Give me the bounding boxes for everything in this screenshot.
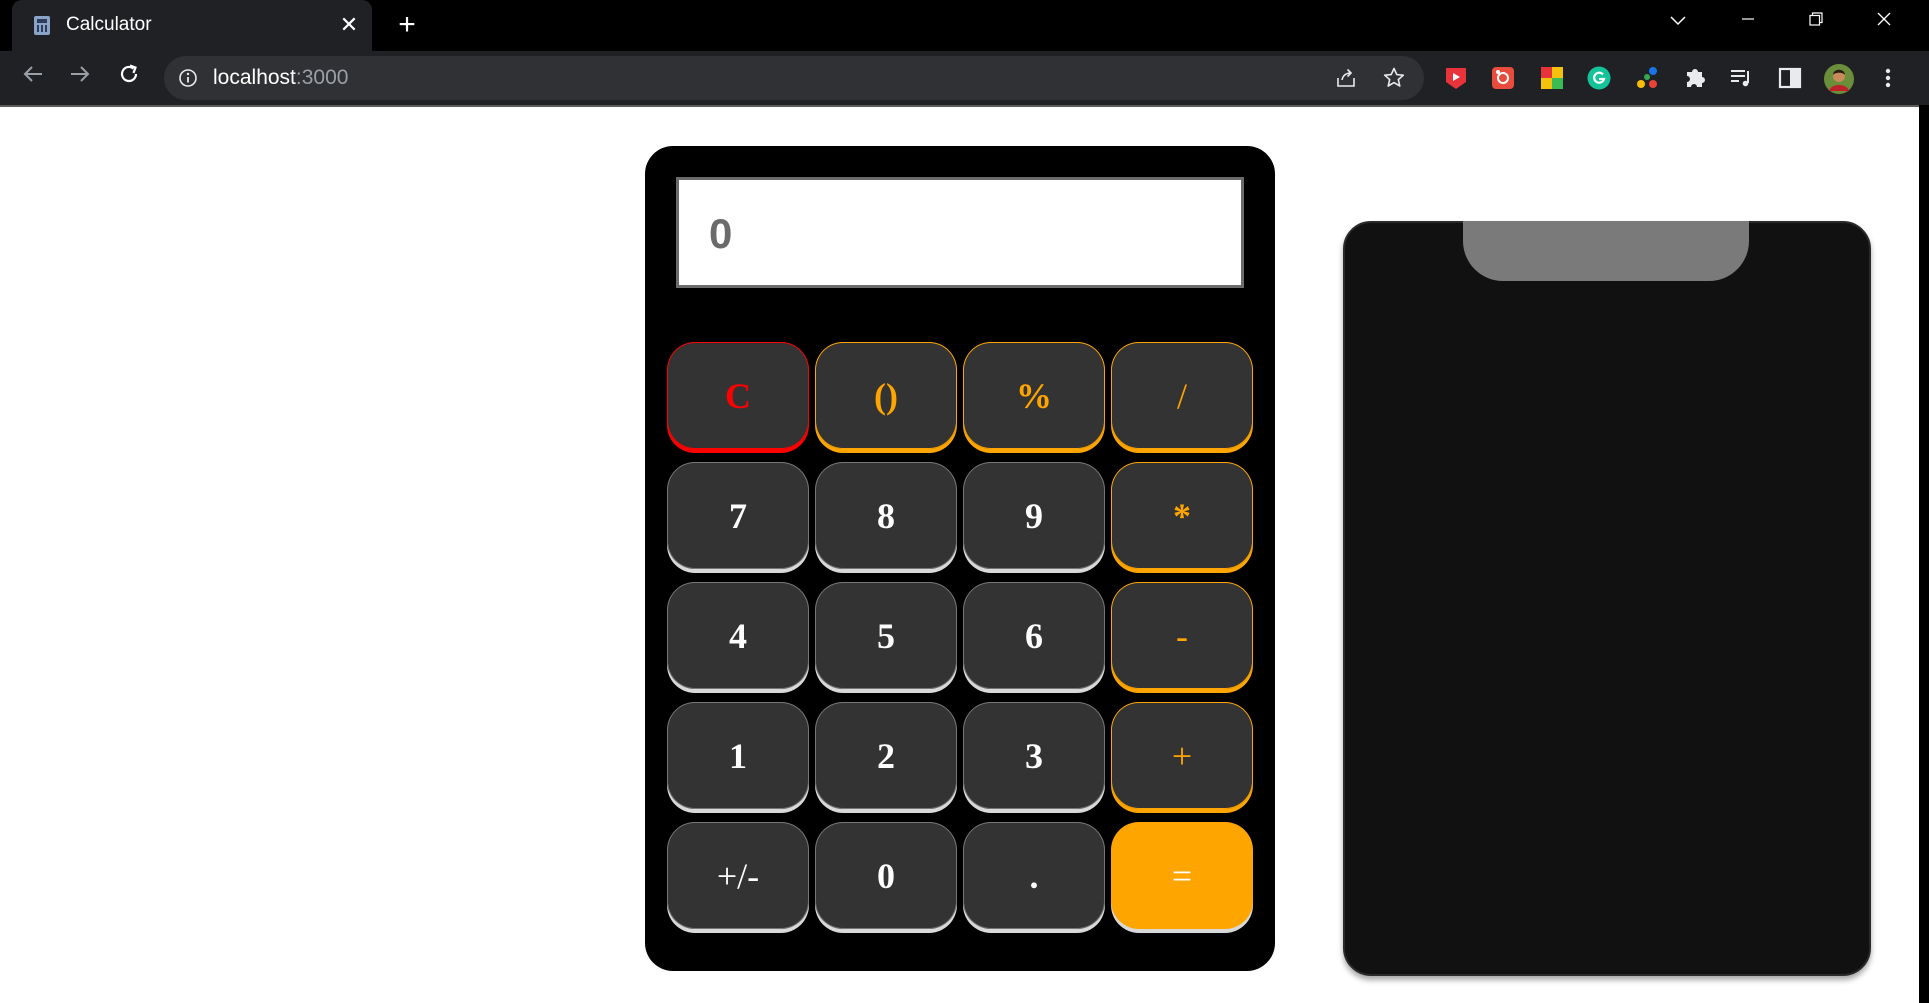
digit-1-button[interactable]: 1	[667, 702, 809, 809]
tab-title: Calculator	[66, 14, 152, 35]
parentheses-button[interactable]: ()	[815, 342, 957, 449]
calculator-display: 0	[676, 177, 1244, 288]
multiply-button[interactable]: *	[1111, 462, 1253, 569]
sidepanel-icon[interactable]	[1777, 65, 1803, 91]
restore-button[interactable]	[1794, 4, 1838, 40]
divide-button[interactable]: /	[1111, 342, 1253, 449]
back-button[interactable]	[16, 61, 50, 95]
close-window-button[interactable]	[1862, 4, 1906, 40]
arrow-left-icon	[23, 66, 42, 82]
clear-button[interactable]: C	[667, 342, 809, 449]
tab-search-button[interactable]	[1656, 4, 1700, 40]
menu-icon[interactable]	[1875, 65, 1901, 91]
pdf-ext-icon[interactable]	[1443, 65, 1469, 91]
minimize-icon	[1742, 18, 1754, 20]
digit-7-button[interactable]: 7	[667, 462, 809, 569]
digit-4-button[interactable]: 4	[667, 582, 809, 689]
restore-icon	[1809, 12, 1823, 26]
url-text: localhost:3000	[213, 66, 348, 90]
info-icon[interactable]	[178, 68, 198, 88]
digit-0-button[interactable]: 0	[815, 822, 957, 929]
dots-ext-icon[interactable]	[1634, 65, 1660, 91]
reload-icon	[120, 64, 138, 83]
negate-button[interactable]: +/-	[667, 822, 809, 929]
close-icon	[1877, 12, 1891, 26]
minimize-button[interactable]	[1726, 4, 1770, 40]
address-bar[interactable]: localhost:3000	[164, 56, 1424, 100]
percent-button[interactable]: %	[963, 342, 1105, 449]
media-icon[interactable]	[1728, 65, 1754, 91]
display-value: 0	[709, 210, 733, 257]
add-button[interactable]: +	[1111, 702, 1253, 809]
window-edge	[1919, 105, 1929, 1003]
digit-9-button[interactable]: 9	[963, 462, 1105, 569]
digit-5-button[interactable]: 5	[815, 582, 957, 689]
star-icon[interactable]	[1382, 66, 1406, 90]
color-ext-icon[interactable]	[1539, 65, 1565, 91]
digit-3-button[interactable]: 3	[963, 702, 1105, 809]
equals-button[interactable]: =	[1111, 822, 1253, 929]
screenshot-ext-icon[interactable]	[1490, 65, 1516, 91]
calculator-favicon-icon	[34, 16, 50, 35]
browser-tab[interactable]: Calculator ✕	[12, 0, 372, 51]
forward-button[interactable]	[63, 61, 97, 95]
subtract-button[interactable]: -	[1111, 582, 1253, 689]
browser-titlebar: Calculator ✕ +	[0, 0, 1929, 51]
digit-2-button[interactable]: 2	[815, 702, 957, 809]
profile-avatar[interactable]	[1823, 63, 1855, 95]
new-tab-button[interactable]: +	[390, 8, 424, 42]
history-notch	[1463, 221, 1749, 281]
digit-8-button[interactable]: 8	[815, 462, 957, 569]
chevron-down-icon	[1670, 16, 1686, 26]
tab-close-button[interactable]: ✕	[334, 10, 364, 40]
share-icon[interactable]	[1334, 66, 1358, 90]
digit-6-button[interactable]: 6	[963, 582, 1105, 689]
reload-button[interactable]	[112, 61, 146, 95]
calculator: 0 C () % / 7 8 9 * 4 5 6 - 1 2 3 + +/- 0…	[645, 146, 1275, 971]
toolbar-divider	[0, 105, 1919, 107]
history-panel	[1343, 221, 1871, 976]
arrow-right-icon	[71, 66, 90, 82]
puzzle-icon[interactable]	[1682, 65, 1708, 91]
grammarly-icon[interactable]	[1586, 65, 1612, 91]
url-port: :3000	[295, 66, 349, 89]
url-host: localhost	[213, 66, 296, 89]
browser-toolbar: localhost:3000	[0, 51, 1929, 105]
decimal-button[interactable]: .	[963, 822, 1105, 929]
